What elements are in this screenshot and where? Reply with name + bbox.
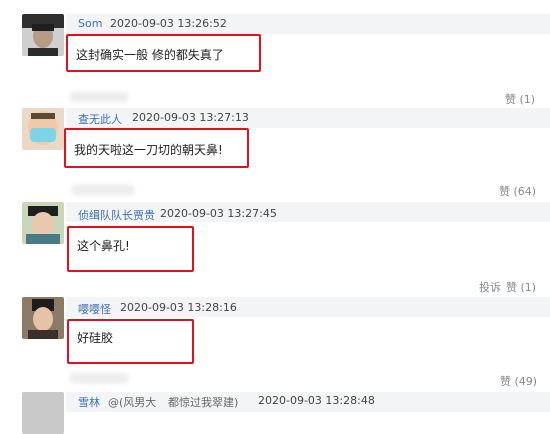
comment-item: 雪林 @(风男大 都惊过我翠建) 2020-09-03 13:28:48 [0, 0, 550, 434]
blurred-reply-preview [70, 373, 128, 383]
like-count: (64) [513, 185, 537, 198]
like-count: (1) [520, 281, 537, 294]
timestamp: 2020-09-03 13:28:16 [120, 301, 237, 314]
comment-content-box: 这个鼻孔! [67, 226, 194, 272]
comment-text: 好硅胶 [77, 331, 114, 345]
comment-text-partial: 都惊过我翠建) [168, 396, 239, 409]
woman-avatar-icon[interactable] [22, 297, 64, 339]
costume-actor-avatar-icon[interactable] [22, 202, 64, 244]
comment-text: 我的天啦这一刀切的朝天鼻! [74, 143, 223, 157]
like-label: 赞 [499, 185, 510, 198]
comment-content-box: 好硅胶 [67, 319, 194, 364]
avatar-icon[interactable] [22, 392, 64, 434]
blurred-reply-preview [72, 185, 134, 195]
like-button[interactable]: 赞 (64) [499, 183, 536, 199]
timestamp: 2020-09-03 13:27:45 [160, 207, 277, 220]
username-link[interactable]: 侦缉队队长贾贵 [78, 207, 155, 223]
timestamp: 2020-09-03 13:27:13 [132, 111, 249, 124]
like-label: 赞 [506, 281, 517, 294]
comment-text: 这个鼻孔! [77, 239, 130, 253]
reply-to-label: @(风男大 [108, 396, 157, 409]
like-button[interactable]: 赞 (49) [500, 373, 537, 389]
like-label: 赞 [500, 375, 511, 388]
report-button[interactable]: 投诉 [479, 279, 501, 295]
username-link[interactable]: 嘤嘤怪 [78, 301, 111, 317]
like-button[interactable]: 赞 (1) [506, 279, 536, 295]
masked-person-avatar-icon[interactable] [22, 108, 64, 150]
comment-content-box: 我的天啦这一刀切的朝天鼻! [64, 128, 249, 168]
username-link[interactable]: 查无此人 [78, 111, 122, 127]
like-count: (49) [514, 375, 538, 388]
username-link[interactable]: 雪林 [78, 394, 100, 410]
